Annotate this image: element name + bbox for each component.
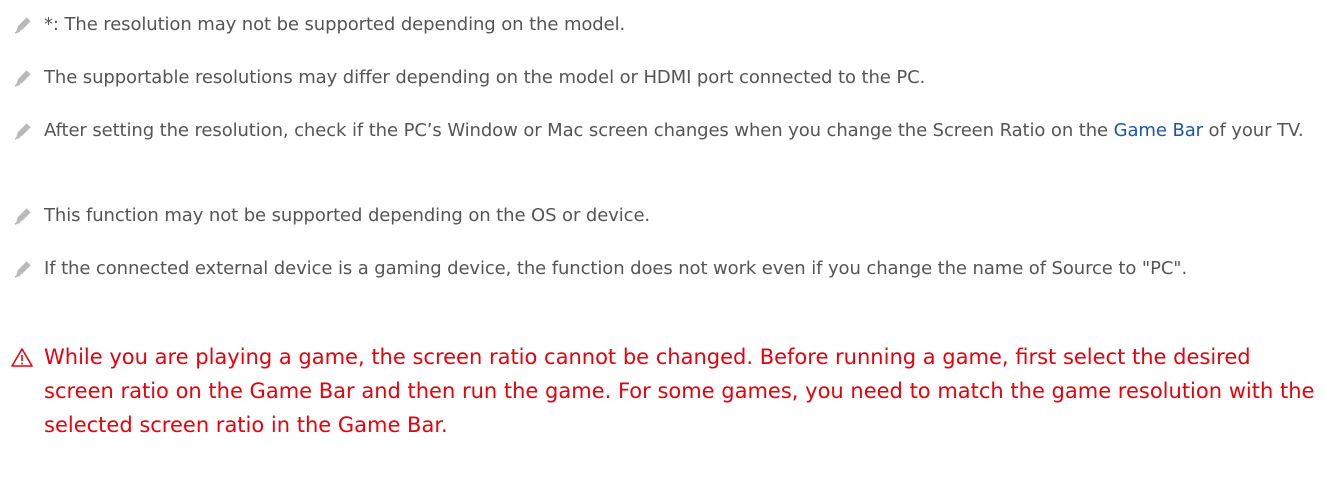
- pencil-note-icon: [14, 122, 32, 140]
- note-text: After setting the resolution, check if t…: [44, 116, 1317, 146]
- note-text: If the connected external device is a ga…: [44, 258, 1188, 279]
- note-text-before: After setting the resolution, check if t…: [44, 120, 1114, 141]
- caution-text: While you are playing a game, the screen…: [44, 345, 1315, 437]
- note-text: This function may not be supported depen…: [44, 205, 651, 226]
- pencil-note-icon: [14, 207, 32, 225]
- pencil-note-icon: [14, 69, 32, 87]
- warning-triangle-icon: [11, 348, 33, 367]
- note-text-after: of your TV.: [1202, 120, 1304, 141]
- note-text: The supportable resolutions may differ d…: [44, 67, 926, 88]
- game-bar-link[interactable]: Game Bar: [1114, 120, 1203, 141]
- note-text: *: The resolution may not be supported d…: [44, 14, 626, 35]
- pencil-note-icon: [14, 260, 32, 278]
- pencil-note-icon: [14, 16, 32, 34]
